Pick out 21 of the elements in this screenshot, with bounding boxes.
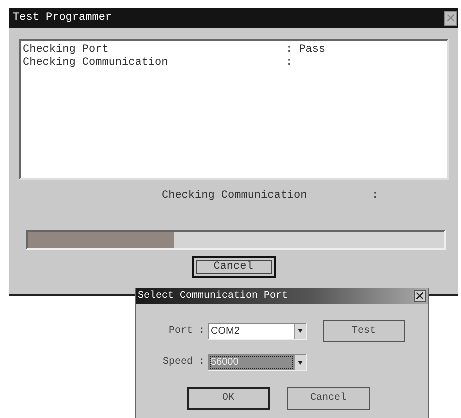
log-result: : xyxy=(286,57,294,70)
close-icon xyxy=(416,292,424,300)
status-label: Checking Communication xyxy=(162,189,308,203)
close-icon xyxy=(446,14,454,22)
close-button[interactable] xyxy=(414,290,426,302)
caret-icon xyxy=(298,360,303,364)
dialog-button[interactable]: OK xyxy=(187,387,270,410)
status-separator: : xyxy=(372,189,380,203)
dialog-title: Select Communication Port xyxy=(138,290,288,302)
caret-icon xyxy=(298,329,303,333)
window-title: Test Programmer xyxy=(13,12,112,24)
log-result: : Pass xyxy=(286,44,327,57)
field-label: Port : xyxy=(168,326,206,336)
log-label: Checking Communication xyxy=(23,57,170,70)
dialog-button[interactable]: Cancel xyxy=(287,387,370,410)
field-label: Speed : xyxy=(162,357,206,368)
close-button[interactable] xyxy=(444,10,457,26)
dropdown[interactable]: COM2 xyxy=(208,322,307,340)
cancel-button[interactable]: Cancel xyxy=(192,256,276,278)
log-label: Checking Port xyxy=(23,44,110,57)
test-button[interactable]: Test xyxy=(323,320,405,342)
